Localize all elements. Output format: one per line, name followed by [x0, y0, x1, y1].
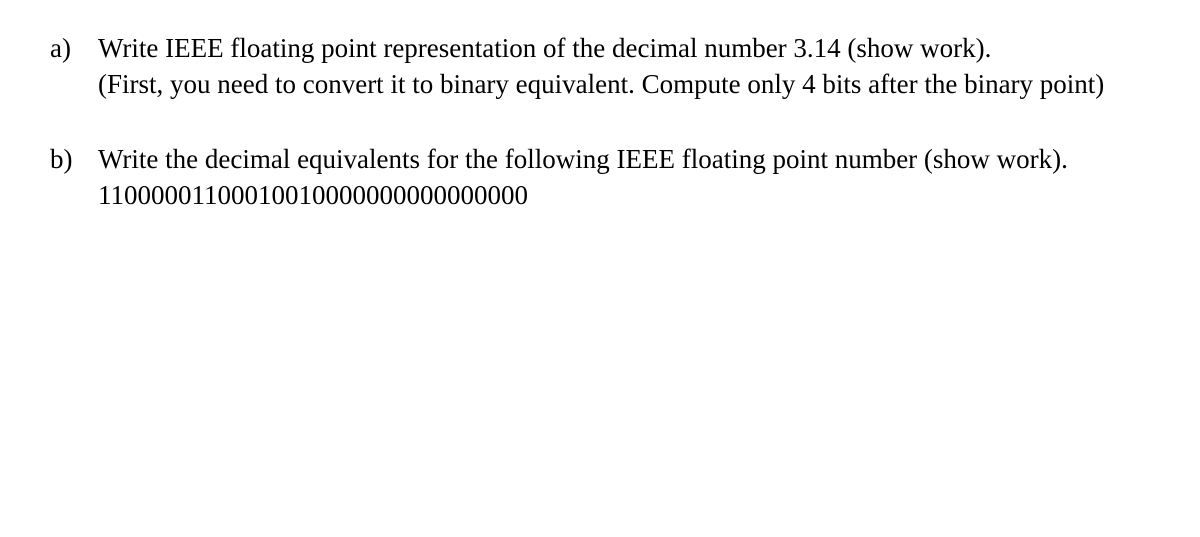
question-list: a) Write IEEE floating point representat…: [50, 30, 1160, 214]
question-b-content: Write the decimal equivalents for the fo…: [98, 141, 1160, 214]
question-a-content: Write IEEE floating point representation…: [98, 30, 1160, 103]
question-b: b) Write the decimal equivalents for the…: [50, 141, 1160, 214]
question-b-marker: b): [50, 141, 98, 214]
question-a-text-1: Write IEEE floating point representation…: [98, 30, 1160, 66]
question-b-text-1: Write the decimal equivalents for the fo…: [98, 141, 1160, 177]
question-a: a) Write IEEE floating point representat…: [50, 30, 1160, 103]
question-b-binary: 11000001100010010000000000000000: [98, 177, 1160, 213]
question-a-marker: a): [50, 30, 98, 103]
question-a-text-2: (First, you need to convert it to binary…: [98, 66, 1160, 102]
